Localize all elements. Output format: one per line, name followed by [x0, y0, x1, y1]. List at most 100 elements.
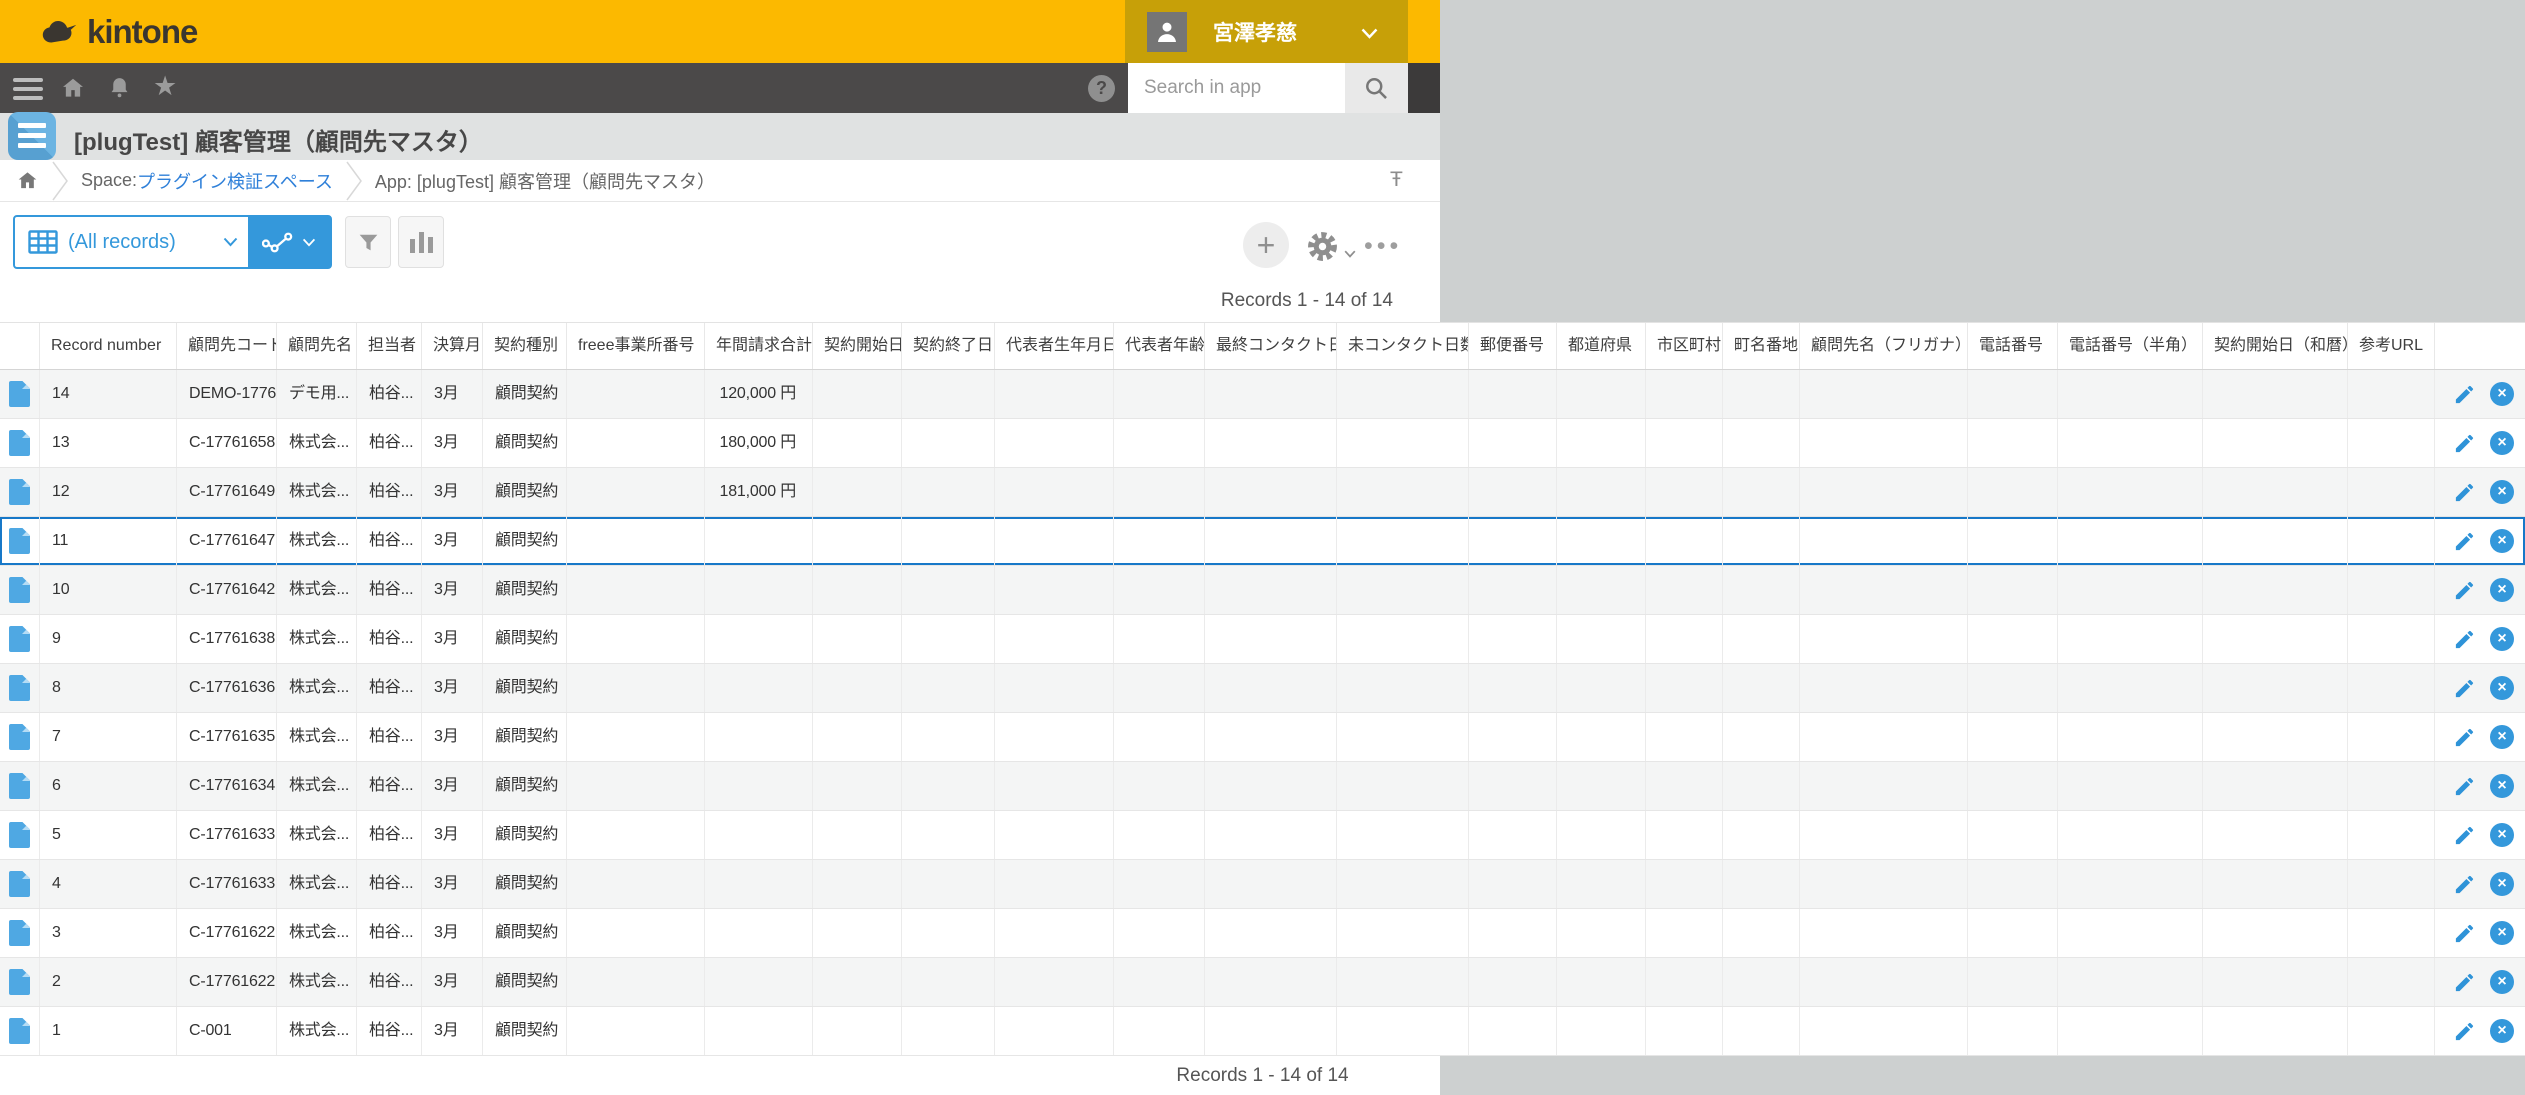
cell-customer-name: 株式会... [277, 468, 357, 516]
delete-record-icon[interactable]: × [2490, 431, 2514, 455]
edit-record-icon[interactable] [2453, 628, 2476, 651]
column-header-record-number[interactable]: Record number [40, 323, 177, 369]
delete-record-icon[interactable]: × [2490, 921, 2514, 945]
help-icon[interactable]: ? [1088, 75, 1115, 102]
column-header-rep-age[interactable]: 代表者年齢 [1114, 323, 1205, 369]
edit-record-icon[interactable] [2453, 530, 2476, 553]
record-file-icon[interactable] [9, 381, 30, 407]
record-file-icon[interactable] [9, 724, 30, 750]
column-header-city[interactable]: 市区町村 [1646, 323, 1723, 369]
column-header-fiscal-month[interactable]: 決算月 [422, 323, 483, 369]
edit-record-icon[interactable] [2453, 922, 2476, 945]
record-file-icon[interactable] [9, 822, 30, 848]
cell-contract-start-wareki [2203, 1007, 2348, 1055]
edit-record-icon[interactable] [2453, 971, 2476, 994]
record-file-icon[interactable] [9, 430, 30, 456]
column-header-phone-number[interactable]: 電話番号 [1968, 323, 2058, 369]
cell-contract-type: 顧問契約 [483, 811, 567, 859]
add-record-button[interactable]: + [1243, 222, 1289, 268]
record-file-icon[interactable] [9, 479, 30, 505]
record-file-icon[interactable] [9, 920, 30, 946]
column-header-annual-billing-total[interactable]: 年間請求合計 [705, 323, 813, 369]
record-file-icon[interactable] [9, 969, 30, 995]
delete-record-icon[interactable]: × [2490, 676, 2514, 700]
column-header-customer-name-kana[interactable]: 顧問先名（フリガナ） [1800, 323, 1968, 369]
cell-postal-code [1469, 762, 1557, 810]
column-header-contract-start-date[interactable]: 契約開始日 [813, 323, 902, 369]
column-header-freee-office-number[interactable]: freee事業所番号 [567, 323, 705, 369]
delete-record-icon[interactable]: × [2490, 823, 2514, 847]
column-header-last-contact-date[interactable]: 最終コンタクト日 [1205, 323, 1337, 369]
edit-record-icon[interactable] [2453, 481, 2476, 504]
delete-record-icon[interactable]: × [2490, 970, 2514, 994]
view-selector-dropdown[interactable]: (All records) [15, 217, 248, 267]
edit-record-icon[interactable] [2453, 432, 2476, 455]
column-header-prefecture[interactable]: 都道府県 [1557, 323, 1646, 369]
delete-record-icon[interactable]: × [2490, 725, 2514, 749]
column-header-customer-name[interactable]: 顧問先名 [277, 323, 357, 369]
delete-record-icon[interactable]: × [2490, 774, 2514, 798]
hamburger-menu-icon[interactable] [13, 78, 43, 105]
column-header-contract-end-date[interactable]: 契約終了日 [902, 323, 995, 369]
cell-rep-age [1114, 860, 1205, 908]
record-file-icon[interactable] [9, 871, 30, 897]
notifications-bell-icon[interactable] [107, 75, 132, 105]
edit-record-icon[interactable] [2453, 824, 2476, 847]
user-menu[interactable]: 宮澤孝慈 [1125, 0, 1408, 63]
cell-rep: 柏谷... [357, 419, 422, 467]
record-file-icon[interactable] [9, 1018, 30, 1044]
pin-announcement-icon[interactable]: Ŧ [1390, 168, 1403, 192]
edit-record-icon[interactable] [2453, 579, 2476, 602]
delete-record-icon[interactable]: × [2490, 480, 2514, 504]
column-header-postal-code[interactable]: 郵便番号 [1469, 323, 1557, 369]
cell-customer-name: 株式会... [277, 566, 357, 614]
cell-contract-start-wareki [2203, 811, 2348, 859]
column-header-days-without-contact[interactable]: 未コンタクト日数 [1337, 323, 1469, 369]
portal-home-icon[interactable] [16, 169, 39, 192]
record-file-icon[interactable] [9, 675, 30, 701]
delete-record-icon[interactable]: × [2490, 627, 2514, 651]
kintone-logo-text: kintone [87, 13, 197, 51]
breadcrumb-app-item[interactable]: App: [plugTest] 顧客管理（顧問先マスタ） [375, 168, 715, 194]
kintone-logo[interactable]: kintone [38, 13, 197, 51]
cell-days-without-contact [1337, 762, 1469, 810]
column-header-street-address[interactable]: 町名番地 [1723, 323, 1800, 369]
edit-record-icon[interactable] [2453, 677, 2476, 700]
edit-record-icon[interactable] [2453, 1020, 2476, 1043]
delete-record-icon[interactable]: × [2490, 578, 2514, 602]
column-header-reference-url[interactable]: 参考URL [2348, 323, 2435, 369]
delete-record-icon[interactable]: × [2490, 529, 2514, 553]
edit-record-icon[interactable] [2453, 775, 2476, 798]
cell-record-number: 1 [40, 1007, 177, 1055]
column-header-rep-birthdate[interactable]: 代表者生年月日 [995, 323, 1114, 369]
column-header-phone-number-hankaku[interactable]: 電話番号（半角） [2058, 323, 2203, 369]
breadcrumb-space-link[interactable]: プラグイン検証スペース [137, 168, 333, 194]
cell-record-number: 11 [40, 517, 177, 565]
graph-view-button[interactable] [248, 217, 330, 267]
delete-record-icon[interactable]: × [2490, 1019, 2514, 1043]
filter-button[interactable] [345, 216, 391, 268]
edit-record-icon[interactable] [2453, 873, 2476, 896]
cell-annual-billing-total: 120,000 円 [705, 370, 813, 418]
delete-record-icon[interactable]: × [2490, 382, 2514, 406]
delete-record-icon[interactable]: × [2490, 872, 2514, 896]
app-settings-gear-icon[interactable] [1306, 230, 1339, 268]
record-file-icon[interactable] [9, 773, 30, 799]
record-file-icon[interactable] [9, 577, 30, 603]
search-input[interactable] [1128, 63, 1345, 113]
column-header-rep[interactable]: 担当者 [357, 323, 422, 369]
app-icon[interactable] [8, 112, 56, 160]
more-options-button[interactable]: ••• [1364, 232, 1402, 261]
chart-button[interactable] [398, 216, 444, 268]
search-button[interactable] [1345, 63, 1408, 113]
edit-record-icon[interactable] [2453, 726, 2476, 749]
favorites-star-icon[interactable]: ★ [153, 73, 177, 99]
column-header-customer-code[interactable]: 顧問先コード [177, 323, 277, 369]
column-header-contract-type[interactable]: 契約種別 [483, 323, 567, 369]
home-icon[interactable] [60, 75, 86, 106]
column-header-contract-start-wareki[interactable]: 契約開始日（和暦） [2203, 323, 2348, 369]
record-file-icon[interactable] [9, 528, 30, 554]
record-file-icon[interactable] [9, 626, 30, 652]
edit-record-icon[interactable] [2453, 383, 2476, 406]
chevron-down-icon[interactable] [1344, 245, 1356, 263]
